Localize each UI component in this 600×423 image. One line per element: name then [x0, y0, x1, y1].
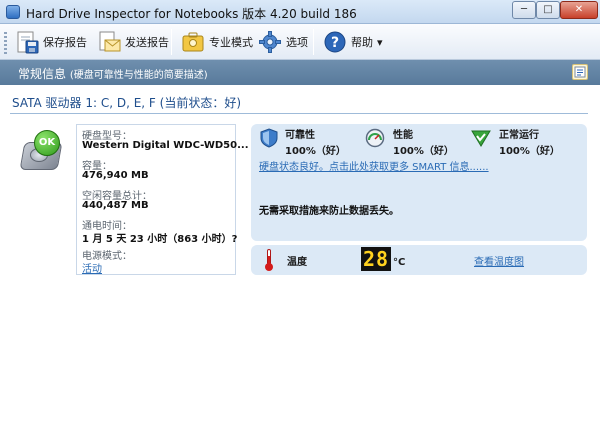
content-area: SATA 驱动器 1: C, D, E, F (当前状态：好) OK 硬盘型号：… [0, 85, 600, 423]
performance-value: 100%（好） [393, 146, 454, 157]
options-gear-icon [258, 30, 282, 54]
window-title: Hard Drive Inspector for Notebooks 版本 4.… [26, 7, 357, 21]
drive-header: SATA 驱动器 1: C, D, E, F (当前状态：好) [12, 96, 242, 110]
options-label: 选项 [286, 36, 308, 49]
power-on-value: 1 月 5 天 23 小时（863 小时）? [82, 234, 238, 245]
drive-info-panel: 硬盘型号： Western Digital WDC-WD50... 容量： 47… [76, 124, 249, 275]
reliability-value: 100%（好） [285, 146, 346, 157]
status-panel: 可靠性 100%（好） 性能 100%（好） 正常运行 100%（好） 硬盘状态… [251, 124, 587, 241]
reliability-label: 可靠性 [285, 130, 315, 141]
minimize-button[interactable]: ─ [512, 1, 536, 19]
save-report-icon [15, 30, 39, 54]
header-divider [10, 113, 588, 114]
model-value: Western Digital WDC-WD50... [82, 140, 249, 151]
app-icon [6, 5, 20, 19]
smart-info-link[interactable]: 硬盘状态良好。点击此处获取更多 SMART 信息...... [259, 158, 489, 173]
help-button[interactable]: ? 帮助 ▾ [320, 27, 386, 57]
help-icon: ? [323, 30, 347, 54]
info-icon[interactable] [572, 64, 588, 80]
toolbar-grip [4, 32, 7, 54]
normal-operation-value: 100%（好） [499, 146, 560, 157]
section-title: 常规信息 (硬盘可靠性与性能的简要描述) [18, 65, 208, 82]
section-subtitle: (硬盘可靠性与性能的简要描述) [69, 70, 208, 81]
expert-mode-icon [181, 30, 205, 54]
toolbar-separator [313, 29, 314, 55]
toolbar-separator [171, 29, 172, 55]
title-bar: Hard Drive Inspector for Notebooks 版本 4.… [0, 0, 600, 24]
temperature-panel: 温度 28 °C 查看温度图 [251, 245, 587, 275]
toolbar: 保存报告 发送报告 专业模式 选项 ? 帮助 ▾ [0, 24, 600, 60]
section-title-main: 常规信息 [18, 67, 67, 81]
send-report-label: 发送报告 [125, 36, 169, 49]
thermometer-bulb [265, 263, 273, 271]
send-report-button[interactable]: 发送报告 [94, 27, 172, 57]
send-report-icon [97, 30, 121, 54]
expert-mode-button[interactable]: 专业模式 [178, 27, 256, 57]
capacity-value: 476,940 MB [82, 170, 149, 181]
temperature-display: 28 [361, 247, 391, 271]
chevron-down-icon: ▾ [377, 35, 383, 49]
save-report-button[interactable]: 保存报告 [12, 27, 90, 57]
status-message: 无需采取措施来防止数据丢失。 [259, 206, 399, 217]
section-header: 常规信息 (硬盘可靠性与性能的简要描述) [0, 60, 600, 85]
temperature-label: 温度 [287, 257, 307, 268]
help-label: 帮助 [351, 36, 373, 49]
save-report-label: 保存报告 [43, 36, 87, 49]
free-space-value: 440,487 MB [82, 200, 149, 211]
ok-status-badge: OK [34, 130, 60, 156]
hard-drive-icon: OK [18, 130, 63, 172]
temperature-unit: °C [393, 257, 406, 268]
close-button[interactable]: ✕ [560, 1, 598, 19]
expert-mode-label: 专业模式 [209, 36, 253, 49]
options-button[interactable]: 选项 [255, 27, 311, 57]
power-mode-link[interactable]: 活动 [82, 260, 102, 275]
svg-text:?: ? [331, 35, 339, 51]
normal-operation-label: 正常运行 [499, 130, 539, 141]
shield-icon [259, 128, 279, 148]
temperature-chart-link[interactable]: 查看温度图 [474, 253, 524, 268]
checkmark-triangle-icon [471, 128, 491, 148]
gauge-icon [365, 128, 385, 148]
performance-label: 性能 [393, 130, 413, 141]
maximize-button[interactable]: □ [536, 1, 560, 19]
thermometer-icon [265, 249, 273, 271]
